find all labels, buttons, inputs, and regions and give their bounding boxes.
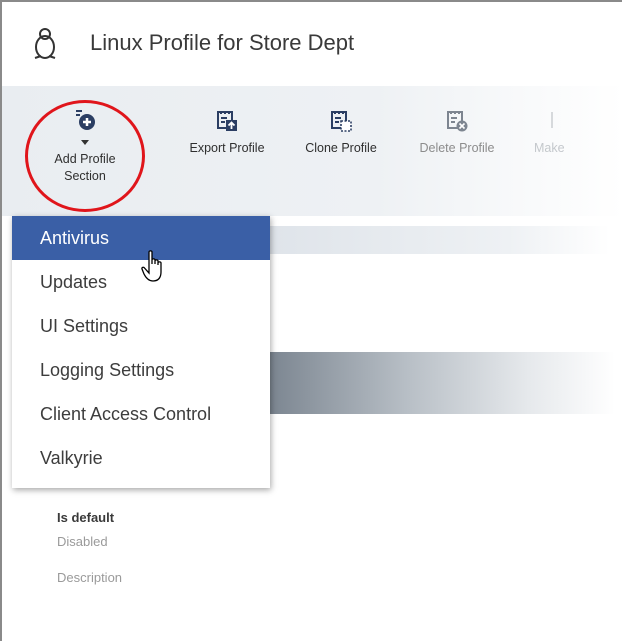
add-profile-section-button[interactable]: Add Profile Section	[30, 108, 140, 185]
toolbar: Add Profile Section Export Profile Clone…	[2, 86, 624, 216]
export-profile-label: Export Profile	[189, 141, 265, 155]
menu-item-valkyrie[interactable]: Valkyrie	[12, 436, 270, 480]
section-header-bar	[270, 352, 615, 414]
add-profile-label-line2: Section	[64, 169, 106, 183]
delete-profile-button[interactable]: Delete Profile	[402, 108, 512, 157]
content-bar	[270, 226, 610, 254]
delete-icon	[447, 111, 468, 132]
export-icon	[217, 111, 237, 131]
dropdown-caret-icon	[81, 140, 89, 145]
add-section-icon	[76, 110, 95, 130]
clone-icon	[331, 111, 352, 132]
menu-item-ui-settings[interactable]: UI Settings	[12, 304, 270, 348]
page-title: Linux Profile for Store Dept	[90, 30, 355, 55]
description-label: Description	[57, 570, 123, 585]
page-header: Linux Profile for Store Dept	[2, 2, 624, 86]
make-label: Make	[534, 141, 565, 155]
delete-profile-label: Delete Profile	[419, 141, 495, 155]
clone-profile-label: Clone Profile	[305, 141, 377, 155]
add-profile-label: Add Profile	[54, 152, 116, 166]
clone-profile-button[interactable]: Clone Profile	[286, 108, 396, 157]
linux-penguin-icon	[34, 28, 56, 59]
export-profile-button[interactable]: Export Profile	[172, 108, 282, 157]
is-default-label: Is default	[57, 510, 115, 525]
hand-pointer-cursor-icon	[141, 250, 162, 282]
is-default-value: Disabled	[57, 534, 108, 549]
menu-item-client-access-control[interactable]: Client Access Control	[12, 392, 270, 436]
make-icon	[551, 112, 553, 128]
menu-item-logging-settings[interactable]: Logging Settings	[12, 348, 270, 392]
make-button[interactable]: Make	[522, 108, 582, 157]
